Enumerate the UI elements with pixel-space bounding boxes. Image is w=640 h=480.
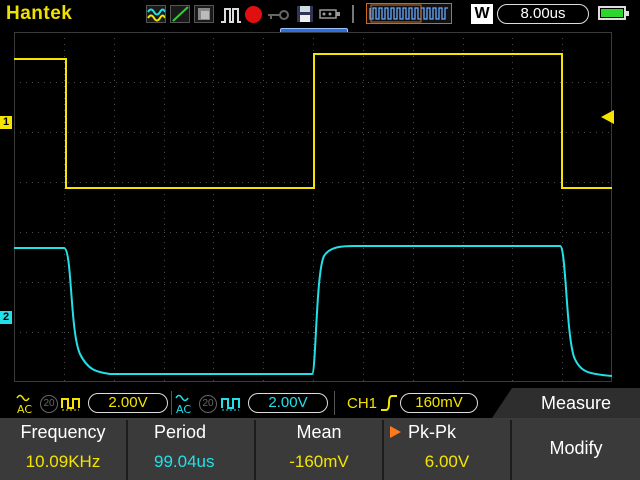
selected-arrow-icon [390,426,401,438]
ch1-volts-div[interactable]: 2.00V [88,393,168,413]
vector-display-icon[interactable] [170,5,190,23]
ch1-ground-marker[interactable]: 1 [0,116,12,129]
divider [171,391,172,415]
waveform-w-icon: W [471,4,493,24]
key-lock-icon [266,8,290,27]
save-disk-icon[interactable] [296,5,314,28]
modify-label: Modify [549,438,603,458]
measure-slot-frequency[interactable]: Frequency 10.09KHz [0,420,128,480]
ch2-probe-icon [221,396,243,417]
ch1-bw-limit-icon: 20 [40,395,58,413]
pulse-icon [220,6,242,29]
divider [352,5,354,23]
persistence-icon[interactable] [194,5,214,23]
usb-icon [318,6,342,27]
battery-icon [598,6,629,20]
measure-value: -160mV [289,452,349,471]
menu-tab-slant [492,388,512,418]
brand-logo: Hantek [6,3,73,24]
measure-value: 10.09KHz [25,452,101,471]
measure-slot-pk-pk[interactable]: Pk-Pk 6.00V [384,420,512,480]
wave-mode-icon[interactable] [146,5,166,23]
rising-edge-icon [380,394,398,417]
ch1-coupling-icon: AC [16,393,34,416]
measure-menu-title: Measure [512,388,640,418]
ch1-probe-icon [61,396,83,417]
ch2-bw-limit-icon: 20 [199,395,217,413]
measure-slot-period[interactable]: Period 99.04us [128,420,256,480]
timebase-display[interactable]: 8.00us [497,4,589,24]
ch2-coupling-icon: AC [175,393,193,418]
measure-label: Frequency [20,422,106,442]
trigger-level[interactable]: 160mV [400,393,478,413]
ch2-volts-div[interactable]: 2.00V [248,393,328,413]
divider [334,391,335,415]
measure-value: 6.00V [424,452,470,471]
modify-button[interactable]: Modify [512,420,640,480]
svg-text:AC: AC [176,403,191,415]
svg-text:AC: AC [17,403,32,415]
measure-slot-mean[interactable]: Mean -160mV [256,420,384,480]
waveform-display[interactable] [14,32,612,382]
trigger-source[interactable]: CH1 [347,395,377,412]
waveform-memory-indicator [366,3,452,24]
top-status-bar: Hantek W 8.00us [0,0,640,28]
measure-label: Mean [296,422,342,442]
ch2-ground-marker[interactable]: 2 [0,311,12,324]
trigger-level-marker[interactable] [601,110,614,124]
record-icon[interactable] [245,6,262,23]
